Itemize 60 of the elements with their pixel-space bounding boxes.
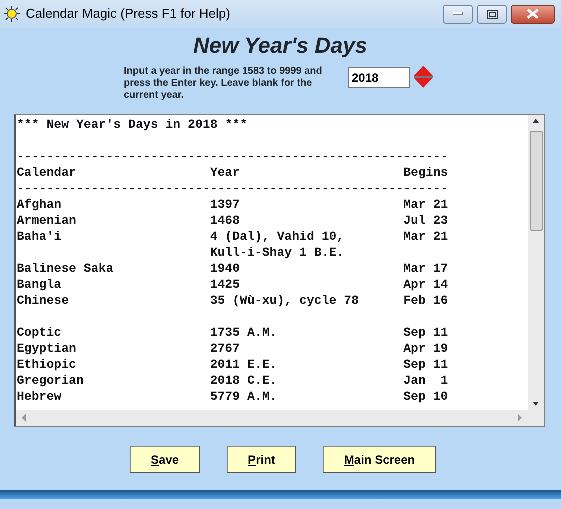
calendar-name: Bangla	[17, 277, 63, 293]
calendar-name: Hebrew	[17, 389, 63, 405]
report-title: *** New Year's Days in 2018 ***	[17, 117, 248, 133]
window-title: Calendar Magic (Press F1 for Help)	[26, 5, 230, 24]
begins-date: Mar 17	[404, 261, 448, 277]
spin-arrows-icon[interactable]	[414, 66, 433, 88]
page-heading: New Year's Days	[192, 32, 368, 60]
begins-date: Sep 11	[404, 325, 448, 341]
calendar-name: Ethiopic	[17, 357, 78, 373]
year-text: 1468	[210, 213, 242, 229]
dashed-rule: ----------------------------------------------------------	[17, 181, 448, 197]
maximize-button[interactable]	[477, 4, 507, 24]
begins-date: Feb 16	[404, 293, 448, 309]
minimize-icon	[453, 12, 463, 16]
action-button[interactable]: Save	[130, 446, 200, 473]
begins-date: Mar 21	[404, 229, 448, 245]
year-text: 4 (Dal), Vahid 10,	[210, 229, 346, 245]
minimize-button[interactable]	[443, 4, 473, 24]
year-text: 2011 E.E.	[210, 357, 278, 373]
year-text: 35 (Wù-xu), cycle 78	[210, 293, 360, 309]
action-button[interactable]: Print	[227, 446, 296, 473]
vertical-scrollbar[interactable]	[528, 115, 544, 410]
begins-date: Jan 1	[404, 373, 448, 389]
calendar-name: Calendar	[17, 165, 78, 181]
calendar-name: Baha'i	[17, 229, 63, 245]
year-text: Kull-i-Shay 1 B.E.	[210, 245, 346, 261]
year-text: 2767	[210, 341, 242, 357]
calendar-name: Gregorian	[17, 373, 85, 389]
begins-date: Apr 19	[404, 341, 448, 357]
begins-date: Sep 10	[404, 389, 448, 405]
right-arrow-icon[interactable]	[516, 413, 524, 423]
year-text: 1425	[210, 277, 242, 293]
calendar-name: Chinese	[17, 293, 70, 309]
year-text: Year	[210, 165, 242, 181]
horizontal-scrollbar[interactable]	[16, 410, 528, 426]
year-text: 5779 A.M.	[210, 389, 278, 405]
instructions-text: Input a year in the range 1583 to 9999 and press the Enter key. Leave blank for the current year.	[124, 66, 324, 102]
calendar-name: Egyptian	[17, 341, 78, 357]
begins-date: Sep 11	[404, 357, 448, 373]
begins-date: Apr 14	[404, 277, 448, 293]
dashed-rule: ----------------------------------------------------------	[17, 149, 448, 165]
restore-icon	[486, 10, 498, 18]
begins-date: Mar 21	[404, 197, 448, 213]
action-button[interactable]: Main Screen	[323, 446, 436, 473]
year-input[interactable]: 2018	[348, 67, 410, 88]
calendar-name: Armenian	[17, 213, 78, 229]
left-arrow-icon[interactable]	[20, 413, 28, 423]
scrollbar-thumb[interactable]	[530, 131, 542, 231]
year-text: 1735 A.M.	[210, 325, 278, 341]
year-text: 1397	[210, 197, 242, 213]
begins-date: Begins	[404, 165, 448, 181]
calendar-name: Afghan	[17, 197, 63, 213]
sun-icon	[4, 6, 20, 22]
close-icon	[527, 9, 539, 19]
calendar-name: Coptic	[17, 325, 63, 341]
year-text: 2018 C.E.	[210, 373, 278, 389]
begins-date: Jul 23	[404, 213, 448, 229]
calendar-name: Balinese Saka	[17, 261, 115, 277]
close-button[interactable]	[511, 4, 555, 24]
year-text: 1940	[210, 261, 242, 277]
